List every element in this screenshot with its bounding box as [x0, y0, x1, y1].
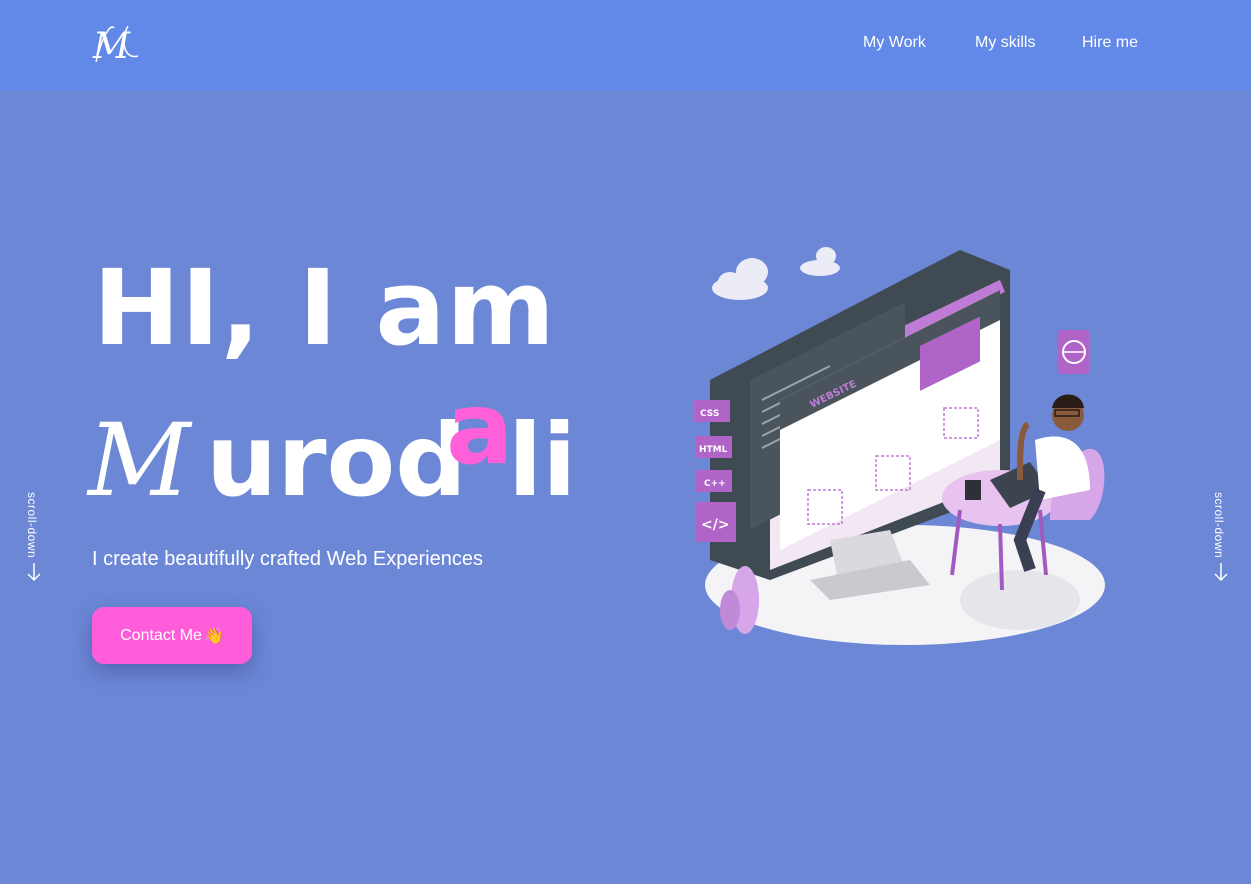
globe-icon [1058, 330, 1090, 374]
cloud-icon [712, 247, 840, 300]
name-initial: M [88, 402, 191, 519]
hero-tagline: I create beautifully crafted Web Experie… [92, 548, 483, 570]
name-accent-letter: a [446, 370, 514, 487]
tag-css: CSS [700, 409, 719, 419]
name-tail: li [508, 402, 577, 519]
logo[interactable]: M [90, 20, 142, 68]
arrow-down-icon [1214, 563, 1228, 582]
scroll-down-right[interactable]: scroll-down [1212, 492, 1230, 587]
hero-name: M urod a li [88, 374, 588, 520]
waving-hand-icon: 👋 [203, 627, 224, 645]
contact-me-label: Contact Me [120, 626, 202, 644]
scroll-down-label: scroll-down [25, 492, 39, 559]
nav-my-skills[interactable]: My skills [975, 34, 1035, 52]
tag-cpp: C++ [704, 479, 726, 489]
arrow-down-icon [27, 563, 41, 582]
code-tag-badges: CSS HTML C++ </> [694, 400, 736, 542]
nav-my-work[interactable]: My Work [863, 34, 926, 52]
name-mid: urod [206, 402, 467, 519]
tag-code: </> [701, 517, 730, 533]
contact-me-button[interactable]: Contact Me 👋 [92, 607, 252, 664]
developer-illustration: WEBSITE CSS HTML C++ </> [694, 247, 1105, 645]
scroll-down-left[interactable]: scroll-down [25, 492, 43, 587]
navbar: M My Work My skills Hire me [0, 0, 1251, 91]
tag-html: HTML [699, 445, 728, 455]
hero-title: HI, I am [93, 247, 556, 369]
nav-hire-me[interactable]: Hire me [1082, 34, 1138, 52]
scroll-down-label: scroll-down [1212, 492, 1226, 559]
